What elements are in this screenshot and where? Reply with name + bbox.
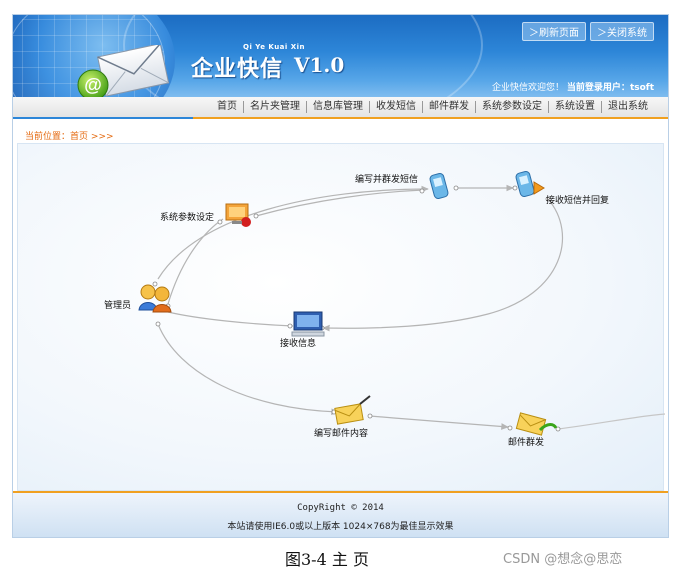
nav-item-mass-mail[interactable]: 邮件群发	[422, 101, 475, 113]
node-label-mass-mail[interactable]: 邮件群发	[508, 435, 544, 448]
node-label-admin[interactable]: 管理员	[104, 298, 131, 311]
mass-mail-icon	[515, 412, 558, 436]
admin-icon	[138, 284, 172, 313]
node-label-receive-info[interactable]: 接收信息	[280, 336, 316, 349]
app-window: @ Qi Ye Kuai Xin 企业快信 V1.0 ＞刷新页面 ＞关闭系统 企…	[12, 14, 669, 538]
node-label-write-mail[interactable]: 编写邮件内容	[314, 426, 368, 439]
brand-version: V1.0	[294, 53, 345, 77]
node-label-receive-sms[interactable]: 接收短信并回复	[546, 193, 609, 206]
footer: CopyRight © 2014 本站请使用IE6.0或以上版本 1024×76…	[13, 491, 668, 537]
brand-pinyin: Qi Ye Kuai Xin	[243, 43, 306, 51]
svg-text:@: @	[84, 75, 102, 95]
write-mail-icon	[334, 395, 371, 425]
flow-mail-to-mass	[369, 415, 509, 430]
welcome-message: 企业快信欢迎您！	[492, 83, 565, 93]
browser-notice: 本站请使用IE6.0或以上版本 1024×768为最佳显示效果	[227, 522, 454, 532]
phone-reply-icon	[515, 170, 545, 198]
header-banner: @ Qi Ye Kuai Xin 企业快信 V1.0 ＞刷新页面 ＞关闭系统 企…	[13, 15, 668, 97]
nav-item-home[interactable]: 首页	[211, 101, 243, 113]
connection-dots	[152, 185, 561, 432]
breadcrumb-label: 当前位置：	[25, 132, 71, 142]
nav-item-system-params[interactable]: 系统参数设定	[475, 101, 548, 113]
main-panel: 管理员 系统参数设定 编写并群发短信 接收短信并回复 接收信息 编写邮件内容 邮…	[17, 143, 665, 491]
node-label-system-params[interactable]: 系统参数设定	[160, 210, 214, 223]
figure-caption: 图3-4 主 页	[285, 550, 369, 569]
settings-monitor-icon	[225, 203, 251, 227]
mobile-phone-icon	[429, 172, 449, 200]
welcome-text: 企业快信欢迎您！ 当前登录用户：tsoft	[492, 80, 654, 93]
flow-mass-out	[557, 413, 665, 430]
nav-item-system-settings[interactable]: 系统设置	[548, 101, 601, 113]
nav-item-business-cards[interactable]: 名片夹管理	[243, 101, 306, 113]
flow-info-to-admin	[167, 311, 294, 327]
csdn-watermark: CSDN @想念@思恋	[503, 552, 623, 567]
main-nav: 首页 名片夹管理 信息库管理 收发短信 邮件群发 系统参数设定 系统设置 退出系…	[211, 101, 654, 113]
current-user: tsoft	[629, 83, 654, 93]
flow-admin-to-params	[167, 218, 224, 305]
flow-admin-to-sms	[157, 185, 429, 280]
breadcrumb-home-link[interactable]: 首页	[70, 132, 88, 142]
computer-icon	[291, 311, 325, 337]
brand-title: 企业快信	[191, 56, 284, 82]
close-system-link[interactable]: ＞关闭系统	[590, 22, 654, 41]
mail-logo-icon: @	[77, 45, 170, 97]
nav-item-sms[interactable]: 收发短信	[369, 101, 422, 113]
node-label-write-sms[interactable]: 编写并群发短信	[355, 172, 418, 185]
breadcrumb: 当前位置：首页 >>>	[25, 129, 114, 142]
nav-accent-bar	[13, 117, 193, 119]
refresh-page-link[interactable]: ＞刷新页面	[522, 22, 586, 41]
nav-item-info-library[interactable]: 信息库管理	[306, 101, 369, 113]
flow-receive-loop	[322, 198, 563, 332]
top-links: ＞刷新页面 ＞关闭系统	[522, 22, 654, 41]
current-user-label: 当前登录用户：	[566, 83, 630, 93]
nav-item-logout[interactable]: 退出系统	[601, 101, 654, 113]
nav-bar: 首页 名片夹管理 信息库管理 收发短信 邮件群发 系统参数设定 系统设置 退出系…	[13, 97, 668, 119]
copyright-text: CopyRight © 2014	[297, 503, 384, 513]
breadcrumb-arrows: >>>	[90, 132, 114, 142]
